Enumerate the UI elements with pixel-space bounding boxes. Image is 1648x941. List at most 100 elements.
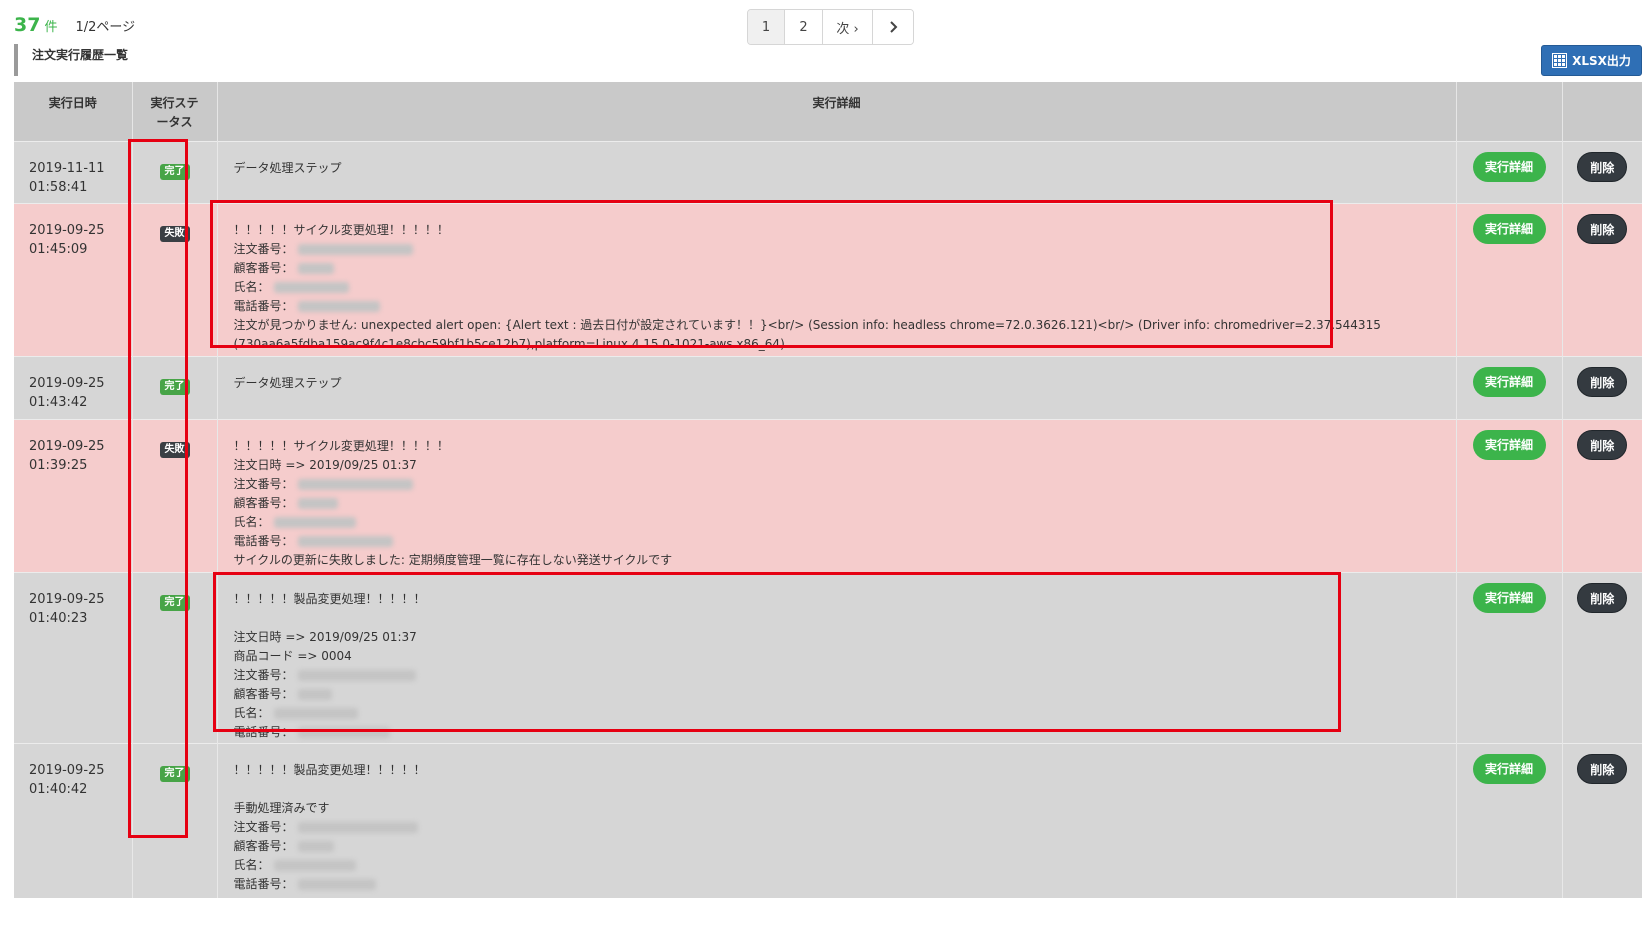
detail-line-text: データ処理ステップ	[233, 375, 342, 390]
execution-detail-button[interactable]: 実行詳細	[1472, 213, 1546, 244]
page-1-button[interactable]: 1	[748, 10, 785, 44]
detail-line: 注文番号：	[234, 666, 1456, 685]
detail-line: ！！！！！サイクル変更処理！！！！！	[234, 221, 1456, 240]
detail-line: データ処理ステップ	[234, 374, 1456, 393]
detail-line-text: 電話番号：	[233, 876, 294, 891]
execution-detail-button[interactable]: 実行詳細	[1472, 366, 1546, 397]
detail-line: 顧客番号：	[234, 685, 1456, 704]
redacted-value	[297, 478, 413, 490]
row-delete-action-cell: 削除	[1562, 140, 1642, 203]
row-status-cell: 完了	[132, 355, 218, 419]
execution-detail-button[interactable]: 実行詳細	[1472, 429, 1546, 460]
detail-line: 注文が見つかりません: unexpected alert open: {Aler…	[234, 316, 1456, 335]
xlsx-export-label: XLSX出力	[1572, 54, 1631, 68]
redacted-value	[273, 707, 358, 719]
detail-line-text: 注文番号：	[233, 667, 294, 682]
last-page-button[interactable]	[873, 10, 913, 44]
execution-detail-button[interactable]: 実行詳細	[1472, 582, 1546, 613]
detail-line-text: 顧客番号：	[233, 686, 294, 701]
detail-line-text: 注文番号：	[233, 819, 294, 834]
redacted-value	[297, 726, 390, 738]
delete-button[interactable]: 削除	[1577, 582, 1628, 613]
chevron-right-icon	[890, 21, 898, 33]
table-row: 2019-09-25 01:40:23 完了 ！！！！！製品変更処理！！！！！ 注文日時…	[14, 571, 1642, 743]
status-badge: 失敗	[159, 441, 190, 458]
redacted-value	[273, 281, 349, 293]
detail-line-text: 手動処理済みです	[233, 800, 330, 815]
xlsx-export-button[interactable]: XLSX出力	[1541, 45, 1642, 76]
row-date-cell: 2019-09-25 01:45:09	[14, 202, 133, 356]
detail-line-text: 電話番号：	[233, 724, 294, 739]
row-time: 01:40:42	[29, 781, 88, 797]
row-detail-action-cell: 実行詳細	[1456, 418, 1563, 572]
row-time: 01:43:42	[29, 394, 88, 410]
row-time: 01:58:41	[29, 179, 88, 195]
row-detail-action-cell: 実行詳細	[1456, 355, 1563, 419]
row-status-cell: 完了	[132, 742, 218, 898]
row-status-cell: 完了	[132, 140, 218, 203]
page-info: 1/2ページ	[75, 20, 136, 35]
detail-line	[234, 609, 1456, 628]
detail-line: 氏名：	[234, 704, 1456, 723]
row-detail-cell: データ処理ステップ	[217, 140, 1457, 203]
row-status-cell: 失敗	[132, 202, 218, 356]
execution-detail-button[interactable]: 実行詳細	[1472, 753, 1546, 784]
detail-line-text: (730aa6a5fdba159ac9f4c1e8cbc59bf1b5ce12b…	[233, 336, 785, 351]
redacted-value	[297, 878, 376, 890]
redacted-value	[273, 859, 356, 871]
execution-detail-button[interactable]: 実行詳細	[1472, 151, 1546, 182]
delete-button[interactable]: 削除	[1577, 366, 1628, 397]
delete-button[interactable]: 削除	[1577, 753, 1628, 784]
row-date-cell: 2019-11-11 01:58:41	[14, 140, 133, 203]
detail-line-text: 注文番号：	[233, 241, 294, 256]
detail-line: 注文番号：	[234, 475, 1456, 494]
detail-line-text: 顧客番号：	[233, 260, 294, 275]
detail-line: 商品コード => 0004	[234, 647, 1456, 666]
row-time: 01:45:09	[29, 241, 88, 257]
row-detail-cell: ！！！！！サイクル変更処理！！！！！ 注文番号： 顧客番号： 氏名： 電話番号： 注文が見…	[217, 202, 1457, 356]
row-date-cell: 2019-09-25 01:40:23	[14, 571, 133, 743]
result-count-unit: 件	[44, 20, 58, 35]
delete-button[interactable]: 削除	[1577, 429, 1628, 460]
detail-line: ！！！！！製品変更処理！！！！！	[234, 761, 1456, 780]
status-badge: 完了	[159, 163, 190, 180]
row-detail-action-cell: 実行詳細	[1456, 742, 1563, 898]
status-badge: 完了	[159, 594, 190, 611]
row-date-cell: 2019-09-25 01:40:42	[14, 742, 133, 898]
header-actions-2	[1562, 82, 1642, 141]
page-2-button[interactable]: 2	[785, 10, 823, 44]
row-date: 2019-11-11	[29, 160, 105, 176]
row-date: 2019-09-25	[29, 591, 105, 607]
redacted-value	[297, 262, 334, 274]
detail-line: ！！！！！製品変更処理！！！！！	[234, 590, 1456, 609]
table-row: 2019-11-11 01:58:41 完了 データ処理ステップ 実行詳細 削除	[14, 140, 1642, 203]
row-status-cell: 失敗	[132, 418, 218, 572]
table-grid-icon	[1552, 53, 1568, 68]
detail-line: 氏名：	[234, 278, 1456, 297]
delete-button[interactable]: 削除	[1577, 213, 1628, 244]
detail-line-text: ！！！！！サイクル変更処理！！！！！	[233, 222, 449, 237]
redacted-value	[297, 840, 334, 852]
detail-line: 顧客番号：	[234, 259, 1456, 278]
detail-line-text: 注文が見つかりません: unexpected alert open: {Aler…	[233, 317, 1381, 332]
table-row: 2019-09-25 01:40:42 完了 ！！！！！製品変更処理！！！！！ 手動処理…	[14, 742, 1642, 898]
result-summary: 37 件 1/2ページ	[14, 14, 135, 36]
next-page-button[interactable]: 次 ›	[823, 10, 873, 44]
order-history-table: 実行日時 実行ステ ータス 実行詳細 2019-11-11 01:58:41 完了 デー…	[14, 82, 1642, 898]
row-detail-action-cell: 実行詳細	[1456, 571, 1563, 743]
row-date-cell: 2019-09-25 01:43:42	[14, 355, 133, 419]
detail-line: 電話番号：	[234, 723, 1456, 742]
redacted-value	[297, 243, 413, 255]
redacted-value	[297, 688, 332, 700]
detail-line: 氏名：	[234, 513, 1456, 532]
redacted-value	[273, 516, 356, 528]
detail-line-text: 氏名：	[233, 705, 270, 720]
row-detail-cell: ！！！！！製品変更処理！！！！！ 手動処理済みです 注文番号： 顧客番号： 氏名： 電話番…	[217, 742, 1457, 898]
redacted-value	[297, 669, 416, 681]
detail-line: 氏名：	[234, 856, 1456, 875]
detail-line-text: 商品コード => 0004	[233, 648, 352, 663]
detail-line-text: 注文番号：	[233, 476, 294, 491]
status-badge: 失敗	[159, 225, 190, 242]
delete-button[interactable]: 削除	[1577, 151, 1628, 182]
header-status: 実行ステ ータス	[132, 82, 218, 141]
